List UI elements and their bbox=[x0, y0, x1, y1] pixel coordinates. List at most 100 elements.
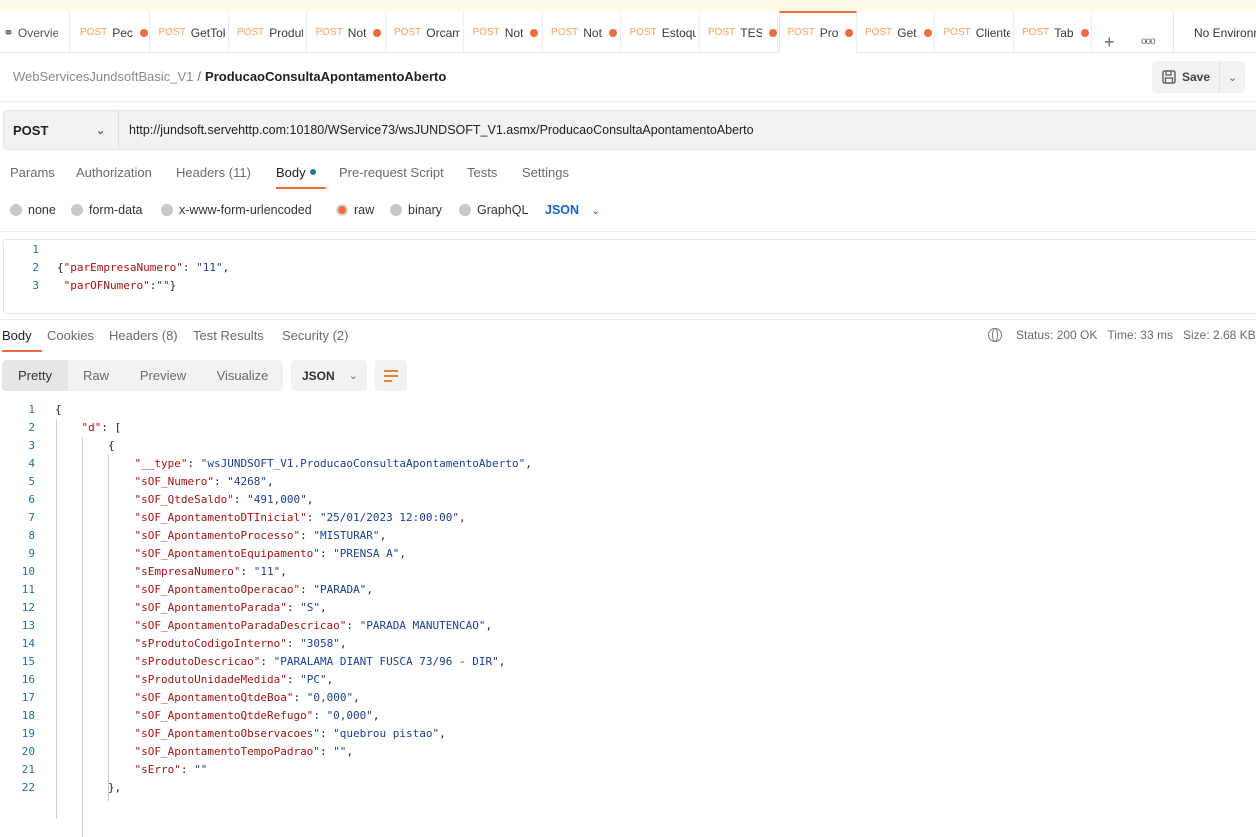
line-number: 9 bbox=[28, 547, 35, 560]
line-number: 2 bbox=[32, 261, 39, 274]
environment-selector[interactable]: No Environment bbox=[1173, 12, 1256, 53]
code-token: "PC" bbox=[300, 673, 327, 686]
code-token: "PRENSA A" bbox=[333, 547, 400, 560]
breadcrumb-collection[interactable]: WebServicesJundsoftBasic_V1 bbox=[13, 69, 193, 84]
code-token: , bbox=[222, 261, 230, 274]
language-select[interactable]: JSON ⌄ bbox=[545, 203, 600, 217]
code-line: 15 "sProdutoDescricao": "PARALAMA DIANT F… bbox=[0, 653, 1256, 671]
request-tab[interactable]: POST Tab bbox=[1014, 12, 1092, 53]
view-visualize[interactable]: Visualize bbox=[202, 360, 283, 391]
request-tab[interactable]: POST GetToken bbox=[151, 12, 229, 53]
line-text: "sOF_ApontamentoOperacao": "PARADA", bbox=[135, 581, 373, 599]
code-token: { bbox=[108, 439, 115, 452]
code-token: , bbox=[353, 691, 360, 704]
code-token: "sOF_ApontamentoOperacao" bbox=[134, 583, 301, 596]
radio-graphql[interactable]: GraphQL bbox=[459, 203, 528, 217]
tab-method: POST bbox=[629, 27, 657, 38]
radio-x-www-form-urlencoded[interactable]: x-www-form-urlencoded bbox=[161, 203, 312, 217]
url-bar: POST ⌄ http://jundsoft.servehttp.com:1018… bbox=[3, 110, 1256, 150]
code-token: , bbox=[366, 583, 373, 596]
line-text: "d": [ bbox=[82, 419, 122, 437]
code-token: }, bbox=[108, 781, 122, 794]
line-number: 18 bbox=[21, 709, 35, 722]
radio-raw[interactable]: raw bbox=[336, 203, 374, 217]
request-tab[interactable]: POST Pec bbox=[72, 12, 150, 53]
code-token: "sProdutoDescricao" bbox=[134, 655, 261, 668]
method-select[interactable]: POST ⌄ bbox=[4, 111, 119, 149]
line-text: "parOFNumero":""} bbox=[57, 277, 177, 295]
more-tabs-button[interactable]: ooo bbox=[1141, 36, 1156, 47]
view-preview[interactable]: Preview bbox=[128, 360, 198, 391]
tab-name: Tab bbox=[1054, 25, 1074, 40]
tab-cookies[interactable]: Cookies bbox=[47, 328, 94, 343]
radio-icon bbox=[459, 204, 471, 216]
tab-headers[interactable]: Headers (11) bbox=[176, 165, 251, 180]
unsaved-dot-icon bbox=[530, 28, 539, 37]
code-token: , bbox=[498, 655, 506, 668]
tab-name: Orcamento bbox=[426, 25, 460, 40]
code-token: "wsJUNDSOFT_V1.ProducaoConsultaApontamen… bbox=[200, 457, 526, 470]
view-pretty[interactable]: Pretty bbox=[2, 360, 68, 391]
tab-settings[interactable]: Settings bbox=[522, 165, 569, 180]
radio-form-data[interactable]: form-data bbox=[71, 203, 143, 217]
code-token: "sOF_ApontamentoEquipamento" bbox=[134, 547, 320, 560]
tab-tests[interactable]: Tests bbox=[467, 165, 497, 180]
tab-response-headers[interactable]: Headers (8) bbox=[109, 328, 178, 343]
code-line: 8 "sOF_ApontamentoProcesso": "MISTURAR", bbox=[0, 527, 1256, 545]
code-token: , bbox=[319, 601, 327, 614]
request-tab[interactable]: POST TES bbox=[700, 12, 778, 53]
radio-none[interactable]: none bbox=[10, 203, 56, 217]
save-options-chevron-icon[interactable]: ⌄ bbox=[1220, 71, 1245, 84]
tab-pre-request-script[interactable]: Pre-request Script bbox=[339, 165, 444, 180]
tab-security[interactable]: Security (2) bbox=[282, 328, 348, 343]
code-token: "sOF_ApontamentoTempoPadrao" bbox=[134, 745, 320, 758]
tab-test-results[interactable]: Test Results bbox=[193, 328, 264, 343]
save-button[interactable]: Save bbox=[1152, 61, 1220, 93]
tab-method: POST bbox=[787, 27, 815, 38]
code-token: , bbox=[372, 709, 380, 722]
indent-guide bbox=[82, 437, 83, 837]
tab-response-body[interactable]: Body bbox=[2, 328, 42, 352]
request-body-editor[interactable]: 1 2 {"parEmpresaNumero": "11", 3 "parOFNume… bbox=[3, 239, 1256, 314]
request-tab[interactable]: POST Clientes bbox=[936, 12, 1014, 53]
code-token: , bbox=[326, 673, 334, 686]
breadcrumb-separator: / bbox=[197, 69, 202, 84]
request-tab[interactable]: POST Orcamento bbox=[386, 12, 464, 53]
tab-body[interactable]: Body bbox=[276, 165, 326, 189]
radio-label: x-www-form-urlencoded bbox=[179, 203, 312, 217]
code-token: , bbox=[525, 457, 532, 470]
line-number: 2 bbox=[28, 421, 35, 434]
request-tab[interactable]: POST Produto bbox=[229, 12, 307, 53]
language-label: JSON bbox=[545, 203, 580, 217]
radio-binary[interactable]: binary bbox=[390, 203, 442, 217]
request-tab[interactable]: POST Not bbox=[308, 12, 386, 53]
radio-label: GraphQL bbox=[477, 203, 529, 217]
new-tab-button[interactable]: + bbox=[1104, 32, 1115, 53]
tab-authorization[interactable]: Authorization bbox=[76, 165, 152, 180]
tab-params[interactable]: Params bbox=[10, 165, 55, 180]
request-tab[interactable]: POST Not bbox=[465, 12, 543, 53]
breadcrumb-request[interactable]: ProducaoConsultaApontamentoAberto bbox=[205, 69, 446, 84]
tab-overview[interactable]: ⚭ Overview bbox=[0, 12, 70, 53]
status-code[interactable]: Status: 200 OK bbox=[1016, 328, 1097, 342]
code-line: 5 "sOF_Numero": "4268", bbox=[0, 473, 1256, 491]
response-time[interactable]: Time: 33 ms bbox=[1107, 328, 1173, 342]
line-text: "sProdutoDescricao": "PARALAMA DIANT FUS… bbox=[135, 653, 506, 671]
divider bbox=[0, 319, 1256, 320]
code-token: "25/01/2023 12:00:00" bbox=[319, 511, 460, 524]
url-input[interactable]: http://jundsoft.servehttp.com:10180/WSer… bbox=[129, 123, 754, 137]
request-tab[interactable]: POST Not bbox=[543, 12, 621, 53]
code-token: "MISTURAR" bbox=[313, 529, 380, 542]
request-tab[interactable]: POST Pro bbox=[778, 11, 857, 53]
request-tab[interactable]: POST Get bbox=[857, 12, 935, 53]
globe-icon[interactable] bbox=[988, 328, 1002, 342]
code-token: "sOF_ApontamentoDTInicial" bbox=[134, 511, 307, 524]
request-tab[interactable]: POST Estoque bbox=[622, 12, 700, 53]
view-raw[interactable]: Raw bbox=[68, 360, 124, 391]
response-format-select[interactable]: JSON ⌄ bbox=[291, 360, 367, 391]
wrap-lines-button[interactable] bbox=[375, 360, 407, 391]
line-number: 11 bbox=[21, 583, 35, 596]
response-size[interactable]: Size: 2.68 KB bbox=[1183, 328, 1256, 342]
radio-icon bbox=[161, 204, 173, 216]
